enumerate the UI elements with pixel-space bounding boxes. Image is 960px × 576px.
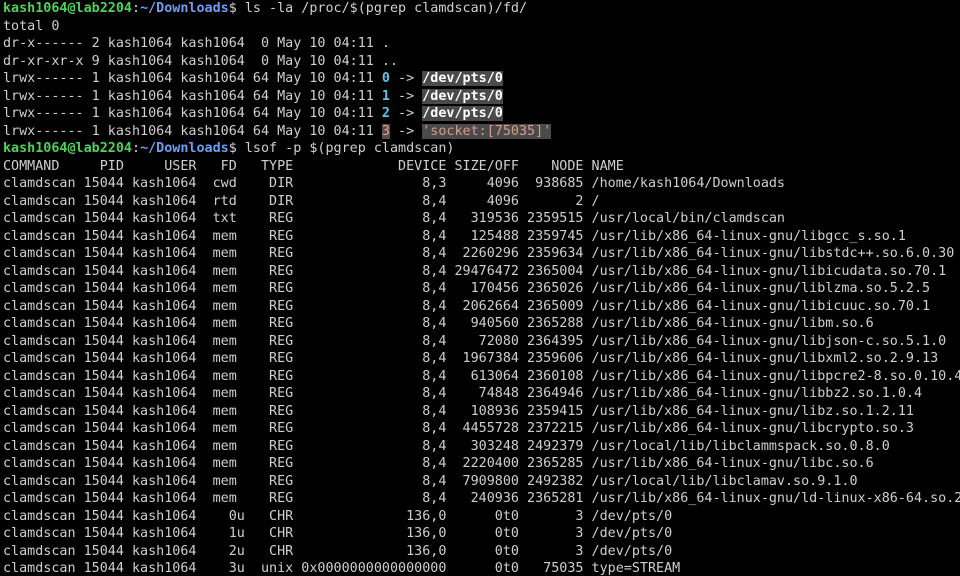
prompt-symbol: $ [228,1,237,16]
command-line: kash1064@lab2204:~/Downloads$ ls -la /pr… [3,1,528,16]
lsof-row: clamdscan 15044 kash1064 3u unix 0x00000… [3,561,681,576]
ls-row-name: 1 [381,88,390,104]
lsof-row: clamdscan 15044 kash1064 0u CHR 136,0 0t… [3,508,673,524]
lsof-row: clamdscan 15044 kash1064 mem REG 8,4 303… [3,438,890,454]
lsof-row: clamdscan 15044 kash1064 1u CHR 136,0 0t… [3,526,673,541]
lsof-row: clamdscan 15044 kash1064 mem REG 8,4 790… [3,473,858,489]
ls-row-target: 'socket:[75035]' [422,123,552,139]
ls-row-meta: lrwx------ 1 kash1064 kash1064 64 May 10… [3,71,382,86]
prompt-symbol: $ [228,141,237,156]
lsof-row: clamdscan 15044 kash1064 mem REG 8,4 445… [3,421,914,436]
ls-row: lrwx------ 1 kash1064 kash1064 64 May 10… [3,88,960,106]
prompt-user-host: kash1064@lab2204 [3,141,132,156]
lsof-row: clamdscan 15044 kash1064 mem REG 8,4 196… [3,351,939,366]
lsof-row: clamdscan 15044 kash1064 cwd DIR 8,3 409… [3,176,785,191]
lsof-row: clamdscan 15044 kash1064 mem REG 8,4 108… [3,403,914,419]
lsof-row: clamdscan 15044 kash1064 mem REG 8,4 206… [3,298,931,314]
prompt-user-host: kash1064@lab2204 [3,1,132,16]
lsof-row: clamdscan 15044 kash1064 2u CHR 136,0 0t… [3,543,673,559]
ls-row-meta: dr-x------ 2 kash1064 kash1064 0 May 10 … [3,36,382,51]
ls-row: dr-xr-xr-x 9 kash1064 kash1064 0 May 10 … [3,53,960,71]
ls-row-target: /dev/pts/0 [422,71,503,86]
lsof-row: clamdscan 15044 kash1064 mem REG 8,4 748… [3,386,923,401]
ls-row: lrwx------ 1 kash1064 kash1064 64 May 10… [3,70,960,88]
command-text: ls -la /proc/$(pgrep clamdscan)/fd/ [244,1,528,16]
prompt-path: ~/Downloads [140,1,229,16]
lsof-row: clamdscan 15044 kash1064 mem REG 8,4 720… [3,333,947,349]
ls-row: lrwx------ 1 kash1064 kash1064 64 May 10… [3,105,960,123]
lsof-row: clamdscan 15044 kash1064 mem REG 8,4 940… [3,316,874,331]
ls-row: dr-x------ 2 kash1064 kash1064 0 May 10 … [3,35,960,53]
lsof-row: clamdscan 15044 kash1064 mem REG 8,4 170… [3,281,931,296]
ls-row-meta: dr-xr-xr-x 9 kash1064 kash1064 0 May 10 … [3,53,382,69]
lsof-row: clamdscan 15044 kash1064 mem REG 8,4 294… [3,263,947,279]
lsof-row: clamdscan 15044 kash1064 mem REG 8,4 226… [3,246,955,261]
ls-row-arrow: -> [389,123,423,139]
ls-row-arrow: -> [389,71,423,86]
ls-row-name: 0 [381,71,390,86]
lsof-output: clamdscan 15044 kash1064 cwd DIR 8,3 409… [3,175,960,576]
ls-row-arrow: -> [389,106,423,121]
lsof-row: clamdscan 15044 kash1064 rtd DIR 8,4 409… [3,193,600,209]
ls-row-name: 2 [381,106,390,121]
ls-row: lrwx------ 1 kash1064 kash1064 64 May 10… [3,123,960,141]
command-line: kash1064@lab2204:~/Downloads$ lsof -p $(… [3,141,455,156]
ls-row-arrow: -> [389,88,423,104]
prompt-path: ~/Downloads [140,141,229,156]
ls-row-target: /dev/pts/0 [422,106,503,121]
ls-row-meta: lrwx------ 1 kash1064 kash1064 64 May 10… [3,123,382,139]
lsof-row: clamdscan 15044 kash1064 mem REG 8,4 613… [3,368,960,384]
terminal-window[interactable]: kash1064@lab2204:~/Downloads$ ls -la /pr… [0,0,960,576]
lsof-row: clamdscan 15044 kash1064 txt REG 8,4 319… [3,211,785,226]
ls-row-target: /dev/pts/0 [422,88,503,104]
ls-output: dr-x------ 2 kash1064 kash1064 0 May 10 … [3,35,960,140]
ls-row-meta: lrwx------ 1 kash1064 kash1064 64 May 10… [3,106,382,121]
lsof-header: COMMAND PID USER FD TYPE DEVICE SIZE/OFF… [3,158,624,174]
ls-row-name: . [381,36,390,51]
command-text: lsof -p $(pgrep clamdscan) [244,141,455,156]
lsof-row: clamdscan 15044 kash1064 mem REG 8,4 125… [3,228,906,244]
ls-row-name: .. [381,53,399,69]
lsof-row: clamdscan 15044 kash1064 mem REG 8,4 240… [3,491,960,506]
ls-total: total 0 [3,18,60,34]
ls-row-meta: lrwx------ 1 kash1064 kash1064 64 May 10… [3,88,382,104]
lsof-row: clamdscan 15044 kash1064 mem REG 8,4 222… [3,456,874,471]
ls-row-name: 3 [381,123,390,139]
